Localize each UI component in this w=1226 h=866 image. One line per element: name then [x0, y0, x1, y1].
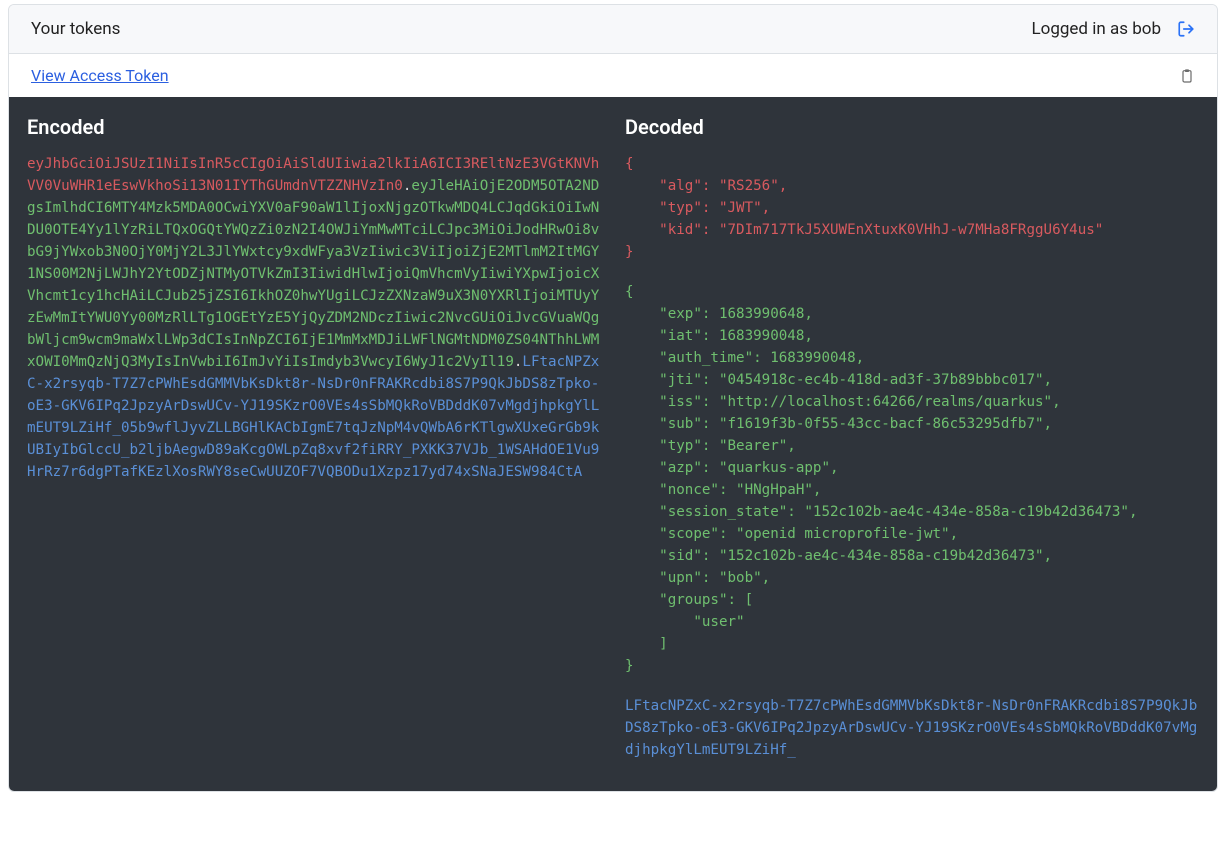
login-text: Logged in as bob [1031, 19, 1161, 39]
card-title: Your tokens [31, 19, 120, 39]
decoded-payload-json: { "exp": 1683990648, "iat": 1683990048, … [625, 281, 1199, 677]
login-block: Logged in as bob [1031, 19, 1195, 39]
card-header: Your tokens Logged in as bob [9, 5, 1217, 54]
encoded-payload-part: eyJleHAiOjE2ODM5OTA2NDgsImlhdCI6MTY4Mzk5… [27, 178, 599, 370]
toolbar: View Access Token [9, 54, 1217, 97]
decoded-column: Decoded { "alg": "RS256", "typ": "JWT", … [625, 115, 1199, 761]
clipboard-icon[interactable] [1179, 67, 1195, 85]
encoded-column: Encoded eyJhbGciOiJSUzI1NiIsInR5cCIgOiAi… [27, 115, 601, 761]
view-access-token-link[interactable]: View Access Token [31, 66, 169, 85]
logout-icon[interactable] [1177, 20, 1195, 38]
decoded-heading: Decoded [625, 115, 1199, 139]
encoded-heading: Encoded [27, 115, 601, 139]
decoded-header-json: { "alg": "RS256", "typ": "JWT", "kid": "… [625, 153, 1199, 263]
decoded-signature-text: LFtacNPZxC-x2rsyqb-T7Z7cPWhEsdGMMVbKsDkt… [625, 695, 1199, 761]
encoded-signature-part: LFtacNPZxC-x2rsyqb-T7Z7cPWhEsdGMMVbKsDkt… [27, 354, 599, 480]
encoded-token: eyJhbGciOiJSUzI1NiIsInR5cCIgOiAiSldUIiwi… [27, 153, 601, 483]
token-panel: Encoded eyJhbGciOiJSUzI1NiIsInR5cCIgOiAi… [9, 97, 1217, 791]
tokens-card: Your tokens Logged in as bob View Access… [8, 4, 1218, 792]
